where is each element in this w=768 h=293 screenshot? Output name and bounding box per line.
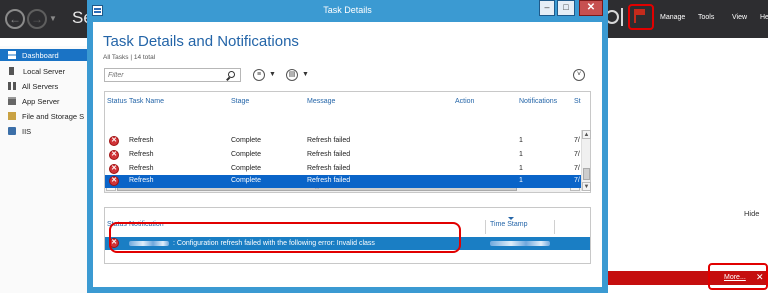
- task-name-cell: Refresh: [129, 177, 154, 184]
- menu-view[interactable]: View: [732, 14, 747, 21]
- scrollbar-thumb[interactable]: [583, 168, 590, 180]
- scroll-down-icon[interactable]: ▼: [582, 182, 591, 191]
- error-highlight-box: [109, 222, 461, 253]
- flag-highlight-box: [628, 4, 654, 30]
- task-name-cell: Refresh: [129, 151, 154, 158]
- dashboard-icon: [8, 51, 16, 59]
- column-header-start[interactable]: St: [574, 98, 581, 105]
- menu-help[interactable]: He: [760, 14, 768, 21]
- start-cell: 7/: [574, 165, 580, 172]
- column-header-task-name[interactable]: Task Name: [129, 98, 164, 105]
- sidebar-item-all-servers[interactable]: All Servers: [0, 80, 90, 92]
- servers-icon: [8, 82, 16, 90]
- menu-manage[interactable]: Manage: [660, 14, 685, 21]
- list-options-icon[interactable]: ≡: [253, 69, 265, 81]
- sidebar-item-app-server[interactable]: App Server: [0, 95, 90, 107]
- page-title: Task Details and Notifications: [103, 33, 299, 50]
- vertical-scrollbar[interactable]: ▲ ▼: [581, 130, 591, 191]
- message-cell: Refresh failed: [307, 165, 351, 172]
- stage-cell: Complete: [231, 151, 261, 158]
- iis-icon: [8, 127, 16, 135]
- stage-cell: Complete: [231, 177, 261, 184]
- sidebar-item-label: Dashboard: [22, 50, 59, 60]
- separator: [621, 8, 623, 26]
- forward-arrow-icon[interactable]: →: [27, 9, 47, 29]
- sidebar-item-label: File and Storage S: [22, 111, 85, 121]
- table-row[interactable]: ✕ Refresh Complete Refresh failed 1 7/: [105, 134, 581, 148]
- menu-tools[interactable]: Tools: [698, 14, 714, 21]
- notifications-cell: 1: [519, 137, 523, 144]
- back-arrow-icon[interactable]: ←: [5, 9, 25, 29]
- message-cell: Refresh failed: [307, 137, 351, 144]
- save-query-icon[interactable]: ▤: [286, 69, 298, 81]
- table-row[interactable]: ✕ Refresh Complete Refresh failed 1 7/: [105, 148, 581, 162]
- notifications-cell: 1: [519, 151, 523, 158]
- expand-icon[interactable]: ˅: [573, 69, 585, 81]
- column-header-message[interactable]: Message: [307, 98, 335, 105]
- sort-descending-icon: [508, 217, 514, 220]
- sidebar-item-label: Local Server: [23, 66, 66, 76]
- table-row-selected[interactable]: ✕ Refresh Complete Refresh failed 1 7/: [105, 175, 581, 188]
- server-icon: [9, 67, 14, 75]
- window-close-button[interactable]: ✕: [579, 0, 603, 16]
- window-titlebar[interactable]: Task Details – □ ✕: [87, 0, 608, 22]
- minimize-button[interactable]: –: [539, 0, 555, 16]
- more-highlight-box: [708, 263, 768, 290]
- start-cell: 7/: [574, 151, 580, 158]
- column-header-stage[interactable]: Stage: [231, 98, 249, 105]
- search-icon[interactable]: [228, 71, 235, 78]
- sidebar-item-label: All Servers: [22, 81, 59, 91]
- filter-field[interactable]: [104, 68, 241, 82]
- column-header-notifications[interactable]: Notifications: [519, 98, 557, 105]
- window-title: Task Details: [323, 5, 372, 15]
- column-header-status[interactable]: Status: [107, 98, 127, 105]
- sidebar-item-file-storage[interactable]: File and Storage S: [0, 110, 90, 122]
- filter-input[interactable]: [105, 69, 223, 81]
- table-row[interactable]: ✕ Refresh Complete Refresh failed 1 7/: [105, 162, 581, 176]
- stage-cell: Complete: [231, 137, 261, 144]
- redacted-timestamp: [490, 241, 550, 246]
- task-details-window: Task Details – □ ✕ Task Details and Noti…: [87, 0, 608, 293]
- app-server-icon: [8, 97, 16, 105]
- sidebar-item-dashboard[interactable]: Dashboard: [0, 49, 90, 61]
- dialog-content: Task Details and Notifications All Tasks…: [93, 22, 602, 287]
- hide-link[interactable]: Hide: [744, 209, 759, 218]
- column-divider: [554, 220, 555, 234]
- message-cell: Refresh failed: [307, 151, 351, 158]
- notifications-cell: 1: [519, 177, 523, 184]
- sidebar-item-local-server[interactable]: Local Server: [0, 65, 90, 77]
- start-cell: 7/: [574, 137, 580, 144]
- notifications-cell: 1: [519, 165, 523, 172]
- sidebar: Dashboard Local Server All Servers App S…: [0, 46, 90, 293]
- column-header-action[interactable]: Action: [455, 98, 474, 105]
- task-count: All Tasks | 14 total: [103, 54, 156, 61]
- sidebar-item-label: App Server: [22, 96, 60, 106]
- error-icon: ✕: [109, 164, 119, 174]
- start-cell: 7/: [574, 177, 580, 184]
- maximize-button[interactable]: □: [557, 0, 575, 16]
- sidebar-item-iis[interactable]: IIS: [0, 125, 90, 137]
- column-divider: [485, 220, 486, 234]
- history-dropdown-icon[interactable]: ▼: [49, 14, 57, 23]
- column-header-time-stamp[interactable]: Time Stamp: [490, 221, 527, 228]
- chevron-down-icon[interactable]: ▼: [302, 71, 309, 78]
- task-name-cell: Refresh: [129, 165, 154, 172]
- error-icon: ✕: [109, 136, 119, 146]
- chevron-down-icon[interactable]: ▼: [269, 71, 276, 78]
- message-cell: Refresh failed: [307, 177, 351, 184]
- task-name-cell: Refresh: [129, 137, 154, 144]
- stage-cell: Complete: [231, 165, 261, 172]
- file-storage-icon: [8, 112, 16, 120]
- error-icon: ✕: [109, 150, 119, 160]
- error-icon: ✕: [109, 176, 119, 186]
- sidebar-item-label: IIS: [22, 126, 32, 136]
- scroll-up-icon[interactable]: ▲: [582, 130, 591, 139]
